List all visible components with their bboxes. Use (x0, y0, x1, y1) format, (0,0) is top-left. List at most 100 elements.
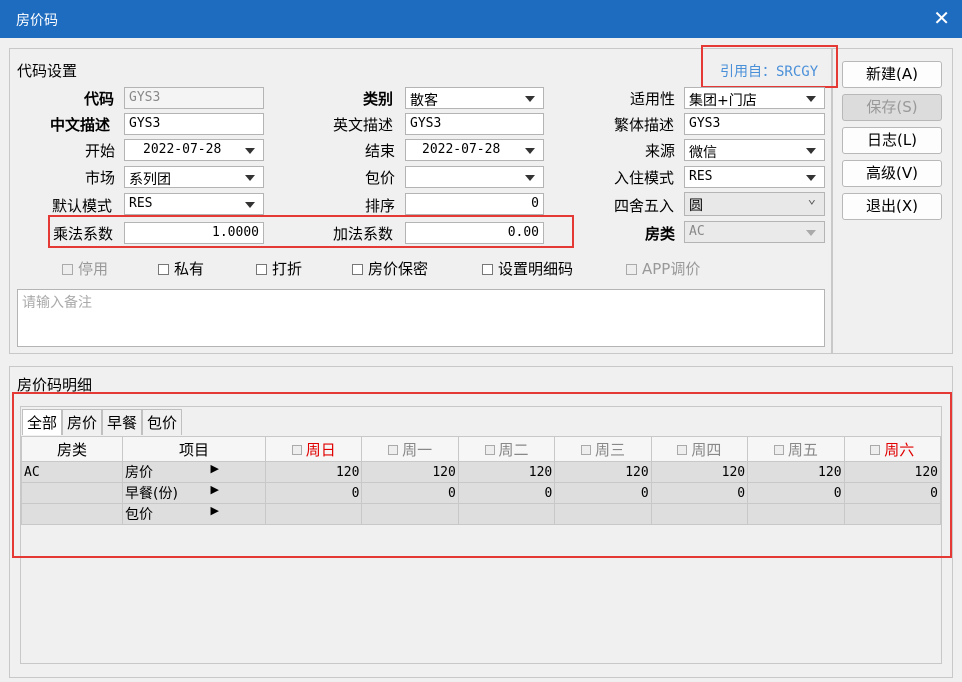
discount-checkbox[interactable]: 打折 (256, 258, 302, 279)
cell-value[interactable]: 0 (264, 482, 363, 504)
cell-value[interactable] (650, 503, 749, 525)
checkbox-square (158, 264, 169, 275)
start-date-field[interactable]: 2022-07-28 (124, 139, 264, 161)
checkbox-square (256, 264, 267, 275)
header-sun[interactable]: 周日 (264, 436, 363, 462)
advanced-button[interactable]: 高级(V) (842, 160, 942, 187)
multiplier-field[interactable]: 1.0000 (124, 222, 264, 244)
save-button[interactable]: 保存(S) (842, 94, 942, 121)
cell-value[interactable] (361, 503, 459, 525)
default-mode-select[interactable]: RES (124, 193, 264, 215)
category-select[interactable]: 散客 (405, 87, 544, 109)
header-sat-label: 周六 (884, 440, 915, 459)
cell-value[interactable]: 120 (747, 461, 845, 483)
header-thu[interactable]: 周四 (650, 436, 749, 462)
cell-value[interactable]: 0 (554, 482, 652, 504)
checkbox-square (626, 264, 637, 275)
room-type-select[interactable]: AC (684, 221, 825, 243)
header-fri[interactable]: 周五 (747, 436, 845, 462)
app-price-checkbox[interactable]: APP调价 (626, 258, 700, 279)
confidential-checkbox[interactable]: 房价保密 (352, 258, 428, 279)
market-select[interactable]: 系列团 (124, 166, 264, 188)
header-wed[interactable]: 周三 (554, 436, 652, 462)
package-select[interactable] (405, 166, 544, 188)
cn-desc-label: 中文描述 (50, 116, 111, 134)
log-button[interactable]: 日志(L) (842, 127, 942, 154)
cell-value[interactable]: 120 (554, 461, 652, 483)
table-row[interactable]: 早餐(份) ▶ 0 0 0 0 0 0 0 (21, 482, 942, 504)
source-select[interactable]: 微信 (684, 139, 825, 161)
window-title: 房价码 (16, 13, 58, 29)
cell-value[interactable]: 0 (457, 482, 556, 504)
tab-all[interactable]: 全部 (22, 409, 63, 435)
cell-value[interactable]: 0 (650, 482, 749, 504)
disabled-checkbox[interactable]: 停用 (62, 258, 108, 279)
header-tue[interactable]: 周二 (457, 436, 556, 462)
category-value: 散客 (410, 93, 438, 109)
cell-room-type[interactable] (21, 503, 123, 525)
cell-room-type[interactable]: AC (21, 461, 123, 483)
checkbox-square (580, 444, 591, 455)
private-checkbox[interactable]: 私有 (158, 258, 204, 279)
cn-desc-field[interactable]: GYS3 (124, 113, 264, 135)
cell-value[interactable] (747, 503, 845, 525)
detail-tabs: 全部 房价 早餐 包价 (22, 409, 183, 435)
category-label: 类别 (363, 90, 394, 108)
play-arrow-icon: ▶ (210, 504, 219, 518)
cell-item[interactable]: 早餐(份) ▶ (122, 482, 266, 504)
cell-value[interactable]: 120 (264, 461, 363, 483)
play-arrow-icon: ▶ (210, 483, 219, 497)
rounding-select[interactable]: 圆 (684, 192, 825, 216)
exit-button[interactable]: 退出(X) (842, 193, 942, 220)
cell-value[interactable]: 0 (747, 482, 845, 504)
addend-field[interactable]: 0.00 (405, 222, 544, 244)
cell-value[interactable] (554, 503, 652, 525)
room-type-label: 房类 (645, 225, 676, 243)
cell-value[interactable] (457, 503, 556, 525)
new-button[interactable]: 新建(A) (842, 61, 942, 88)
checkbox-square (773, 444, 784, 455)
header-mon[interactable]: 周一 (361, 436, 459, 462)
cell-value[interactable]: 120 (650, 461, 749, 483)
sort-field[interactable]: 0 (405, 193, 544, 215)
tab-package[interactable]: 包价 (142, 409, 183, 435)
remark-textarea[interactable]: 请输入备注 (17, 289, 825, 347)
disabled-checkbox-label: 停用 (78, 260, 109, 278)
header-sat[interactable]: 周六 (843, 436, 942, 462)
en-desc-field[interactable]: GYS3 (405, 113, 544, 135)
cell-value[interactable] (264, 503, 363, 525)
package-label: 包价 (365, 169, 396, 187)
cell-value[interactable]: 120 (843, 461, 942, 483)
code-label: 代码 (84, 90, 115, 108)
market-value: 系列团 (129, 172, 171, 188)
tw-desc-field[interactable]: GYS3 (684, 113, 825, 135)
table-row[interactable]: AC 房价 ▶ 120 120 120 120 120 120 120 (21, 461, 942, 483)
cell-value[interactable]: 0 (361, 482, 459, 504)
cell-value[interactable]: 0 (843, 482, 942, 504)
app-price-checkbox-label: APP调价 (642, 260, 701, 278)
header-thu-label: 周四 (691, 440, 722, 459)
cell-value[interactable]: 120 (361, 461, 459, 483)
checkbox-square (291, 444, 302, 455)
table-row[interactable]: 包价 ▶ (21, 503, 942, 525)
close-icon[interactable]: ✕ (933, 6, 950, 30)
start-label: 开始 (85, 142, 116, 160)
header-wed-label: 周三 (594, 440, 625, 459)
checkin-mode-select[interactable]: RES (684, 166, 825, 188)
cell-value[interactable] (843, 503, 942, 525)
header-sun-label: 周日 (305, 440, 336, 459)
sort-label: 排序 (365, 197, 396, 215)
cell-item[interactable]: 房价 ▶ (122, 461, 266, 483)
checkbox-square (388, 444, 399, 455)
tab-breakfast[interactable]: 早餐 (102, 409, 143, 435)
tab-room-rate[interactable]: 房价 (62, 409, 103, 435)
default-mode-label: 默认模式 (52, 197, 113, 215)
cell-item[interactable]: 包价 ▶ (122, 503, 266, 525)
applicability-select[interactable]: 集团+门店 (684, 87, 825, 109)
cell-room-type[interactable] (21, 482, 123, 504)
confidential-checkbox-label: 房价保密 (368, 260, 429, 278)
cell-value[interactable]: 120 (457, 461, 556, 483)
detail-code-checkbox[interactable]: 设置明细码 (482, 258, 573, 279)
end-date-field[interactable]: 2022-07-28 (405, 139, 544, 161)
code-field[interactable]: GYS3 (124, 87, 264, 109)
